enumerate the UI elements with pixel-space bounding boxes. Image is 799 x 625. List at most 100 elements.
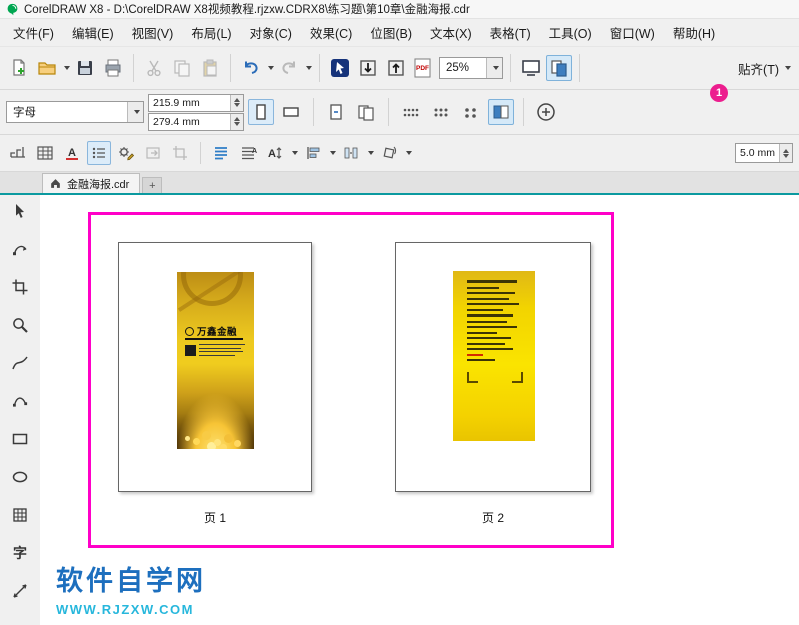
bullet-list-icon xyxy=(92,147,105,159)
zoom-level-combo[interactable]: 25% xyxy=(439,57,503,79)
font-size-dropdown-caret[interactable] xyxy=(292,151,298,155)
crop-tool-button[interactable] xyxy=(8,276,32,298)
nudge-distance-field[interactable]: 5.0 mm xyxy=(735,143,793,163)
undo-button[interactable] xyxy=(238,55,264,81)
menu-view[interactable]: 视图(V) xyxy=(123,19,183,46)
menu-effects[interactable]: 效果(C) xyxy=(301,19,361,46)
menu-table[interactable]: 表格(T) xyxy=(481,19,540,46)
page-sorter-view-button[interactable] xyxy=(546,55,572,81)
facing-pages-button[interactable] xyxy=(488,99,514,125)
menu-object[interactable]: 对象(C) xyxy=(241,19,301,46)
secondary-toolbar: A A A 5.0 mm xyxy=(0,135,799,172)
paste-button[interactable] xyxy=(197,55,223,81)
portrait-orientation-button[interactable] xyxy=(248,99,274,125)
page-sorter-icon xyxy=(551,60,567,77)
shape-tool-button[interactable] xyxy=(8,238,32,260)
paper-type-value: 字母 xyxy=(13,107,36,119)
menu-help[interactable]: 帮助(H) xyxy=(664,19,724,46)
rotate-button[interactable] xyxy=(377,141,401,165)
menu-bitmaps[interactable]: 位图(B) xyxy=(361,19,421,46)
spin-up-icon xyxy=(234,98,240,102)
grid-spacing-large-button[interactable] xyxy=(398,99,424,125)
bezier-tool-icon xyxy=(13,397,28,407)
page-2-label[interactable]: 页 2 xyxy=(482,509,504,526)
page-1-container: 万鑫金融 页 1 xyxy=(118,242,312,526)
add-page-button[interactable] xyxy=(533,99,559,125)
open-dropdown-caret[interactable] xyxy=(64,66,70,70)
new-document-button[interactable] xyxy=(6,55,32,81)
publish-to-pdf-button[interactable]: PDF xyxy=(411,55,437,81)
pick-tool-button[interactable] xyxy=(8,200,32,222)
paper-type-combo[interactable]: 字母 xyxy=(6,101,144,123)
open-document-button[interactable] xyxy=(34,55,60,81)
fullscreen-preview-button[interactable] xyxy=(518,55,544,81)
paragraph-button[interactable]: A xyxy=(236,141,260,165)
page-1-label[interactable]: 页 1 xyxy=(204,509,226,526)
snap-to-label: 贴齐(T) xyxy=(738,62,779,77)
all-pages-size-button[interactable] xyxy=(353,99,379,125)
paper-type-combo-button[interactable] xyxy=(127,102,143,122)
text-tool-button[interactable]: 字 xyxy=(8,542,32,564)
grid-spacing-medium-button[interactable] xyxy=(428,99,454,125)
bullet-list-button[interactable] xyxy=(87,141,111,165)
menu-edit[interactable]: 编辑(E) xyxy=(63,19,123,46)
freehand-tool-button[interactable] xyxy=(8,352,32,374)
font-size-button[interactable]: A xyxy=(263,141,287,165)
polygon-tool-button[interactable] xyxy=(8,504,32,526)
ellipse-tool-button[interactable] xyxy=(8,466,32,488)
watermark: 软件自学网 WWW.RJZXW.COM xyxy=(56,559,206,617)
page-2-thumbnail[interactable] xyxy=(395,242,591,492)
graph-paper-icon xyxy=(13,508,27,522)
tool-settings-button[interactable] xyxy=(114,141,138,165)
grid-spacing-small-button[interactable] xyxy=(458,99,484,125)
redo-button[interactable] xyxy=(276,55,302,81)
menu-tools[interactable]: 工具(O) xyxy=(540,19,601,46)
menu-file[interactable]: 文件(F) xyxy=(4,19,63,46)
font-style-button[interactable]: A xyxy=(60,141,84,165)
page-sorter-selection-frame: 万鑫金融 页 1 页 2 xyxy=(88,212,614,548)
svg-text:A: A xyxy=(252,148,257,155)
rectangle-tool-button[interactable] xyxy=(8,428,32,450)
menu-layout[interactable]: 布局(L) xyxy=(182,19,240,46)
new-page-tab-button[interactable]: + xyxy=(142,177,163,193)
dimension-tool-button[interactable] xyxy=(8,580,32,602)
page-width-field[interactable]: 215.9 mm xyxy=(148,93,244,112)
export-html-button[interactable] xyxy=(141,141,165,165)
cut-button[interactable] xyxy=(141,55,167,81)
rotate-dropdown-caret[interactable] xyxy=(406,151,412,155)
justify-button[interactable] xyxy=(209,141,233,165)
corner-brackets-decoration xyxy=(467,367,523,383)
page-width-spinner[interactable] xyxy=(230,94,243,111)
snap-to-control[interactable]: 贴齐(T) xyxy=(738,59,793,78)
line xyxy=(467,286,499,289)
document-tab[interactable]: 金融海报.cdr xyxy=(42,173,141,193)
page-height-spinner[interactable] xyxy=(230,113,243,130)
menu-window[interactable]: 窗口(W) xyxy=(601,19,664,46)
menu-text[interactable]: 文本(X) xyxy=(421,19,481,46)
table-button[interactable] xyxy=(33,141,57,165)
undo-dropdown-caret[interactable] xyxy=(268,66,274,70)
page-1-thumbnail[interactable]: 万鑫金融 xyxy=(118,242,312,492)
search-content-button[interactable] xyxy=(327,55,353,81)
open-folder-icon xyxy=(38,62,56,75)
current-page-size-button[interactable] xyxy=(323,99,349,125)
distribute-button[interactable] xyxy=(339,141,363,165)
zoom-tool-button[interactable] xyxy=(8,314,32,336)
page-height-field[interactable]: 279.4 mm xyxy=(148,112,244,131)
distribute-dropdown-caret[interactable] xyxy=(368,151,374,155)
copy-button[interactable] xyxy=(169,55,195,81)
landscape-orientation-button[interactable] xyxy=(278,99,304,125)
bezier-tool-button[interactable] xyxy=(8,390,32,412)
nudge-spinner[interactable] xyxy=(779,144,792,162)
import-button[interactable] xyxy=(355,55,381,81)
zoom-combo-button[interactable] xyxy=(486,58,502,78)
print-button[interactable] xyxy=(100,55,126,81)
order-button[interactable] xyxy=(6,141,30,165)
crop-marks-button[interactable] xyxy=(168,141,192,165)
drawing-canvas[interactable]: 万鑫金融 页 1 页 2 软件自学网 WWW.RJZXW.COM xyxy=(40,195,799,625)
align-dropdown-caret[interactable] xyxy=(330,151,336,155)
redo-dropdown-caret[interactable] xyxy=(306,66,312,70)
export-button[interactable] xyxy=(383,55,409,81)
save-button[interactable] xyxy=(72,55,98,81)
align-button[interactable] xyxy=(301,141,325,165)
